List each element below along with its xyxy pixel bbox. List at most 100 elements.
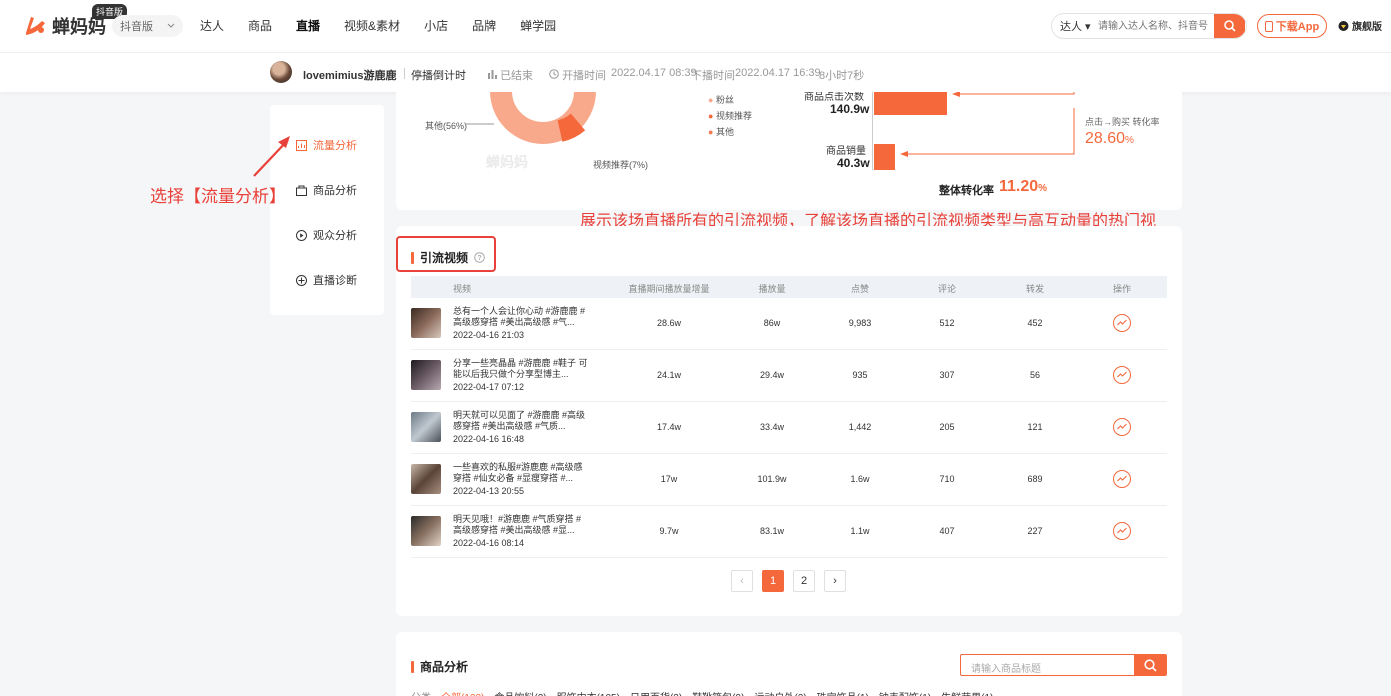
cell-likes: 9,983 (848, 318, 872, 328)
search-type-select[interactable]: 达人 ▾ (1052, 18, 1098, 34)
goods-search: 请输入商品标题 (960, 654, 1167, 676)
flagship-badge[interactable]: 旗舰版 (1338, 18, 1382, 33)
nav-item-video[interactable]: 视频&素材 (344, 17, 400, 34)
play-icon (296, 229, 307, 241)
video-thumbnail[interactable] (411, 360, 441, 390)
cell-plays: 83.1w (759, 526, 785, 536)
col-shares[interactable]: 转发 (1026, 282, 1044, 295)
goods-search-input[interactable]: 请输入商品标题 (961, 655, 1134, 675)
platform-label: 抖音版 (120, 21, 153, 33)
table-row[interactable]: 一些喜欢的私服#游鹿鹿 #高级感穿搭 #仙女必备 #显瘦穿搭 #... 2022-… (411, 454, 1167, 506)
goods-search-button[interactable] (1134, 655, 1166, 675)
page-2-button[interactable]: 2 (793, 570, 815, 592)
category-tab[interactable]: 钟表配饰(1) (879, 689, 931, 696)
video-thumbnail[interactable] (411, 308, 441, 338)
category-tab[interactable]: 珠宝饰品(1) (817, 689, 869, 696)
video-date: 2022-04-16 16:48 (453, 434, 525, 444)
table-row[interactable]: 明天见哦！#游鹿鹿 #气质穿搭 #高级感穿搭 #美出高级感 #显... 2022-… (411, 506, 1167, 558)
video-thumbnail[interactable] (411, 464, 441, 494)
nav-item-academy[interactable]: 蝉学园 (520, 17, 556, 34)
video-thumbnail[interactable] (411, 516, 441, 546)
status-badge: 已结束 (488, 67, 533, 83)
goods-categories: 分类 全部(123) 食品饮料(2) 服饰内衣(105) 日用百货(2) 鞋靴箱包(9)… (411, 689, 993, 696)
avatar[interactable] (270, 61, 292, 83)
prev-page-button[interactable]: ‹ (731, 570, 753, 592)
col-comments[interactable]: 评论 (938, 282, 956, 295)
overall-conv-value: 11.20% (999, 178, 1048, 195)
goods-sales-label: 商品销量 (826, 146, 866, 157)
title-bar (411, 251, 414, 264)
trend-icon[interactable] (1113, 314, 1131, 332)
svg-text:?: ? (477, 255, 481, 262)
nav-item-live[interactable]: 直播 (296, 17, 320, 34)
goods-analysis-title: 商品分析 (411, 658, 468, 675)
category-tab[interactable]: 运动户外(2) (754, 689, 806, 696)
main-nav: 达人 商品 直播 视频&素材 小店 品牌 蝉学园 (200, 17, 580, 34)
cell-plays: 101.9w (757, 474, 787, 484)
search-icon (1223, 20, 1236, 32)
logo-icon (26, 17, 45, 35)
trend-icon[interactable] (1113, 418, 1131, 436)
diamond-icon (1338, 20, 1349, 31)
watermark: 蝉妈妈 (486, 154, 528, 170)
next-page-button[interactable]: › (824, 570, 846, 592)
logo[interactable]: 蝉妈妈 抖音版 (22, 4, 128, 39)
category-tab[interactable]: 食品饮料(2) (494, 689, 546, 696)
trend-icon[interactable] (1113, 366, 1131, 384)
video-title[interactable]: 分享一些亮晶晶 #游鹿鹿 #鞋子 可能以后我只做个分享型博主... (453, 358, 589, 380)
trend-icon[interactable] (1113, 522, 1131, 540)
download-app-button[interactable]: 下载App (1257, 14, 1327, 38)
cell-comments: 407 (939, 526, 955, 536)
video-title[interactable]: 明天就可以见面了 #游鹿鹿 #高级感穿搭 #美出高级感 #气质... (453, 410, 589, 432)
page-1-button[interactable]: 1 (762, 570, 784, 592)
search-icon (1143, 658, 1157, 672)
download-label: 下载App (1275, 21, 1320, 33)
col-increment[interactable]: 直播期间播放量增量 (628, 282, 709, 295)
video-date: 2022-04-17 07:12 (453, 382, 525, 392)
nav-item-shop[interactable]: 小店 (424, 17, 448, 34)
nav-item-daren[interactable]: 达人 (200, 17, 224, 34)
donut-label-other: 其他(56%) (425, 121, 468, 131)
bag-icon (296, 185, 307, 196)
trend-icon[interactable] (1113, 470, 1131, 488)
menu-item-goods[interactable]: 商品分析 (296, 182, 357, 198)
table-row[interactable]: 分享一些亮晶晶 #游鹿鹿 #鞋子 可能以后我只做个分享型博主... 2022-04… (411, 350, 1167, 402)
funnel-axis (872, 92, 873, 170)
search-button[interactable] (1214, 14, 1245, 38)
goods-sales-value: 40.3w (837, 156, 870, 170)
nav-item-brand[interactable]: 品牌 (472, 17, 496, 34)
category-tab[interactable]: 鞋靴箱包(9) (692, 689, 744, 696)
video-thumbnail[interactable] (411, 412, 441, 442)
col-plays[interactable]: 播放量 (758, 282, 785, 295)
category-label: 分类 (411, 689, 431, 696)
menu-item-diagnose[interactable]: 直播诊断 (296, 272, 357, 288)
table-row[interactable]: 明天就可以见面了 #游鹿鹿 #高级感穿搭 #美出高级感 #气质... 2022-0… (411, 402, 1167, 454)
legend-fans: ● 粉丝 (708, 95, 734, 105)
video-title[interactable]: 总有一个人会让你心动 #游鹿鹿 #高级感穿搭 #美出高级感 #气... (453, 306, 589, 328)
category-tab[interactable]: 生鲜蔬果(1) (941, 689, 993, 696)
table-header: 视频 直播期间播放量增量 播放量 点赞 评论 转发 操作 (411, 276, 1167, 298)
click-conv-label: 点击→购买 转化率 (1085, 117, 1160, 127)
platform-select[interactable]: 抖音版 (112, 15, 183, 37)
cell-shares: 452 (1027, 318, 1043, 328)
cell-plays: 29.4w (759, 370, 785, 380)
cell-shares: 227 (1027, 526, 1043, 536)
category-tab[interactable]: 服饰内衣(105) (557, 689, 620, 696)
cell-likes: 1,442 (848, 422, 872, 432)
help-icon[interactable]: ? (474, 252, 485, 263)
streamer-name[interactable]: lovemimius游鹿鹿 (303, 67, 397, 83)
menu-item-audience[interactable]: 观众分析 (296, 227, 357, 243)
menu-item-traffic[interactable]: 流量分析 (296, 137, 357, 153)
annotation-left: 选择【流量分析】 (150, 187, 286, 207)
category-tab[interactable]: 全部(123) (441, 689, 484, 696)
video-title[interactable]: 一些喜欢的私服#游鹿鹿 #高级感穿搭 #仙女必备 #显瘦穿搭 #... (453, 462, 589, 484)
category-tab[interactable]: 日用百货(2) (630, 689, 682, 696)
bar-goods-sales (874, 144, 895, 170)
nav-item-goods[interactable]: 商品 (248, 17, 272, 34)
start-time: 开播时间 (549, 67, 606, 83)
live-info-bar: lovemimius游鹿鹿 停播倒计时 已结束 开播时间 2022.04.17 … (0, 52, 1391, 92)
table-row[interactable]: 总有一个人会让你心动 #游鹿鹿 #高级感穿搭 #美出高级感 #气... 2022-… (411, 298, 1167, 350)
search-input[interactable] (1098, 16, 1214, 36)
video-title[interactable]: 明天见哦！#游鹿鹿 #气质穿搭 #高级感穿搭 #美出高级感 #显... (453, 514, 589, 536)
col-likes[interactable]: 点赞 (851, 282, 869, 295)
